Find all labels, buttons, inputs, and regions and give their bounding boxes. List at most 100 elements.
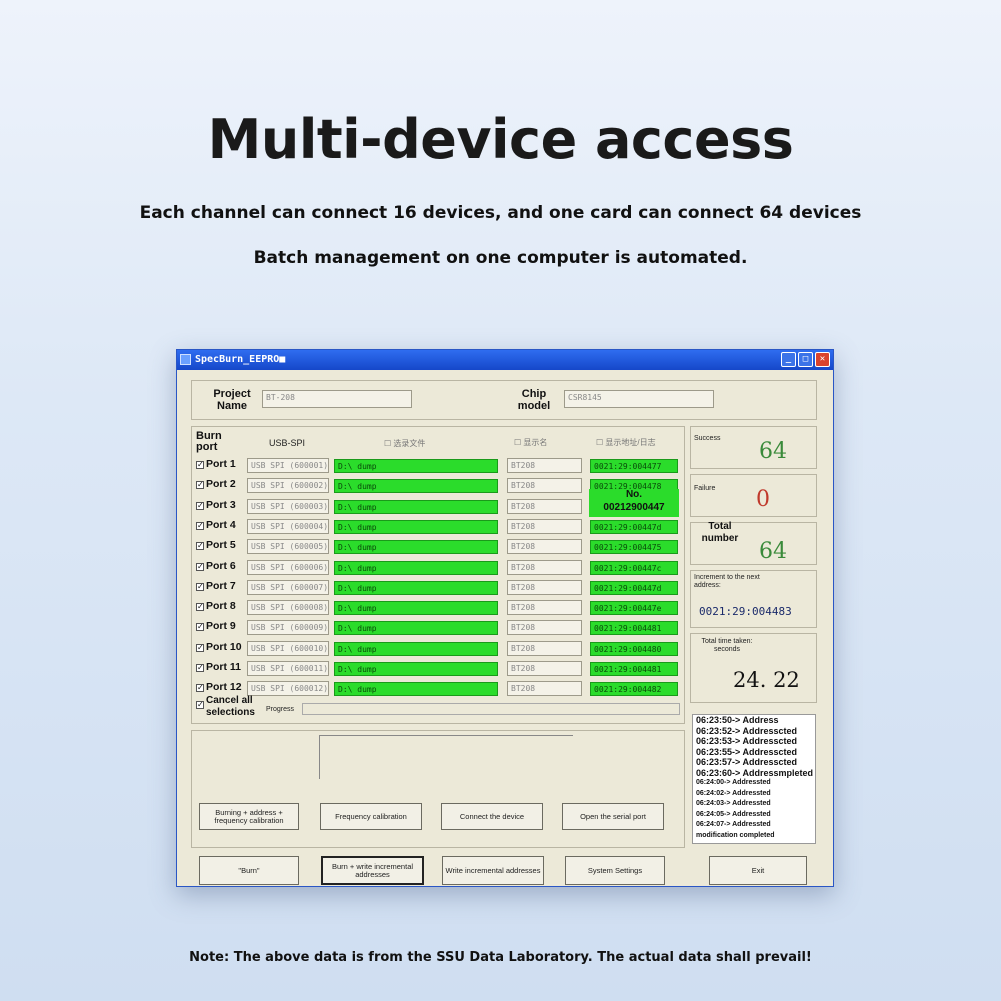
log-line: 06:23:60-> Addressmpleted [696,767,813,778]
exit-button[interactable]: Exit [709,856,807,885]
usb-spi-field[interactable]: USB SPI (600009) [247,620,329,636]
file-column-header[interactable]: ☐ 选录文件 [384,438,425,449]
log-line: 06:23:57-> Addresscted [696,757,797,767]
address-field[interactable]: 0021:29:004477 [590,459,678,473]
dump-file-field[interactable]: D:\ dump [334,479,498,494]
dump-file-field[interactable]: D:\ dump [334,560,498,575]
cancel-all-checkbox[interactable]: ✓ [196,701,204,709]
minimize-button[interactable]: _ [781,352,796,367]
usb-spi-field[interactable]: USB SPI (600008) [247,600,329,616]
serial-number-label: No. [625,489,643,500]
name-column-header[interactable]: ☐ 显示名 [514,437,547,448]
dump-file-field[interactable]: D:\ dump [334,519,498,534]
subheadline-1: Each channel can connect 16 devices, and… [139,203,862,223]
usb-spi-field[interactable]: USB SPI (600004) [247,518,329,534]
port-label: Port 1 [206,458,236,470]
address-column-header[interactable]: ☐ 显示地址/日志 [596,437,656,448]
burn-address-calibration-button[interactable]: Burning + address + frequency calibratio… [199,803,299,830]
project-name-field[interactable]: BT-208 [262,390,412,408]
system-settings-button[interactable]: System Settings [565,856,665,885]
device-name-field[interactable]: BT208 [507,458,582,473]
burn-button[interactable]: "Burn" [199,856,299,885]
device-name-field[interactable]: BT208 [507,579,582,595]
address-field[interactable]: 0021:29:00447e [590,601,678,616]
port-checkbox[interactable]: ✓ [196,684,204,693]
address-field[interactable]: 0021:29:004475 [590,540,678,555]
address-field[interactable]: 0021:29:004481 [590,621,678,636]
maximize-button[interactable]: □ [798,352,813,367]
headline: Multi-device access [207,108,794,171]
usb-spi-field[interactable]: USB SPI (600011) [247,661,329,676]
port-checkbox[interactable]: ✓ [196,461,204,469]
port-label: Port 6 [206,559,236,572]
address-field[interactable]: 0021:29:004480 [590,641,678,656]
device-name-field[interactable]: BT208 [507,478,582,494]
address-field[interactable]: 0021:29:004482 [590,682,678,697]
port-checkbox[interactable]: ✓ [196,623,204,632]
time-label: Total time taken: seconds [701,638,753,653]
device-name-field[interactable]: BT208 [507,498,582,514]
usb-spi-field[interactable]: USB SPI (600001) [247,458,329,473]
log-panel[interactable]: 06:23:50-> Address 06:23:52-> Addresscted… [692,714,816,844]
time-box: Total time taken: seconds 24. 22 [690,633,817,703]
device-name-field[interactable]: BT208 [507,539,582,555]
port-checkbox[interactable]: ✓ [196,643,204,652]
device-name-field[interactable]: BT208 [507,559,582,575]
write-incremental-button[interactable]: Write incremental addresses [442,856,544,885]
port-checkbox[interactable]: ✓ [196,603,204,612]
usb-spi-field[interactable]: USB SPI (600003) [247,498,329,514]
title-bar[interactable]: SpecBurn_EEPRO■ _ □ ✕ [177,350,833,370]
device-name-field[interactable]: BT208 [507,640,582,656]
dump-file-field[interactable]: D:\ dump [334,662,498,676]
usb-spi-field[interactable]: USB SPI (600006) [247,559,329,575]
failure-label: Failure [694,485,716,492]
log-line: 06:24:00-> Addressted [696,779,771,786]
device-name-field[interactable]: BT208 [507,620,582,636]
port-checkbox[interactable]: ✓ [196,501,204,510]
usb-spi-field[interactable]: USB SPI (600002) [247,478,329,494]
usb-spi-header: USB-SPI [269,438,306,448]
dump-file-field[interactable]: D:\ dump [334,499,498,514]
dump-file-field[interactable]: D:\ dump [334,580,498,595]
port-checkbox[interactable]: ✓ [196,521,204,530]
port-label: Port 12 [206,681,242,694]
chip-model-field[interactable]: CSR8145 [564,390,714,408]
port-row: ✓ Port 8 USB SPI (600008) D:\ dump BT208 0021… [192,599,682,617]
dump-file-field[interactable]: D:\ dump [334,540,498,555]
frequency-calibration-button[interactable]: Frequency calibration [320,803,422,830]
progress-bar [302,703,680,715]
address-field[interactable]: 0021:29:00447c [590,560,678,575]
device-name-field[interactable]: BT208 [507,681,582,697]
port-checkbox[interactable]: ✓ [196,582,204,591]
dump-file-field[interactable]: D:\ dump [334,641,498,656]
device-name-field[interactable]: BT208 [507,600,582,616]
log-line: 06:23:52-> Addresscted [696,725,797,736]
burn-port-label: Burn port [196,430,222,453]
total-label: Total number [701,521,739,544]
burn-write-incremental-button[interactable]: Burn + write incremental addresses [321,856,424,885]
time-value: 24. 22 [733,668,800,692]
port-checkbox[interactable]: ✓ [196,562,204,571]
open-serial-port-button[interactable]: Open the serial port [562,803,664,830]
address-field[interactable]: 0021:29:00447d [590,580,678,595]
usb-spi-field[interactable]: USB SPI (600007) [247,579,329,595]
close-button[interactable]: ✕ [815,352,830,367]
device-name-field[interactable]: BT208 [507,518,582,534]
address-field[interactable]: 0021:29:004481 [590,662,678,676]
device-name-field[interactable]: BT208 [507,661,582,676]
connect-device-button[interactable]: Connect the device [441,803,543,830]
ports-panel: Burn port USB-SPI ☐ 选录文件 ☐ 显示名 ☐ 显示地址/日志… [191,426,685,724]
dump-file-field[interactable]: D:\ dump [334,682,498,697]
dump-file-field[interactable]: D:\ dump [334,601,498,616]
port-checkbox[interactable]: ✓ [196,664,204,672]
address-field[interactable]: 0021:29:00447d [590,519,678,534]
port-checkbox[interactable]: ✓ [196,481,204,490]
usb-spi-field[interactable]: USB SPI (600010) [247,640,329,656]
dump-file-field[interactable]: D:\ dump [334,621,498,636]
port-label: Port 10 [206,640,242,653]
port-checkbox[interactable]: ✓ [196,542,204,551]
status-area [319,735,573,779]
usb-spi-field[interactable]: USB SPI (600005) [247,539,329,555]
dump-file-field[interactable]: D:\ dump [334,459,498,473]
total-value: 64 [759,539,787,564]
